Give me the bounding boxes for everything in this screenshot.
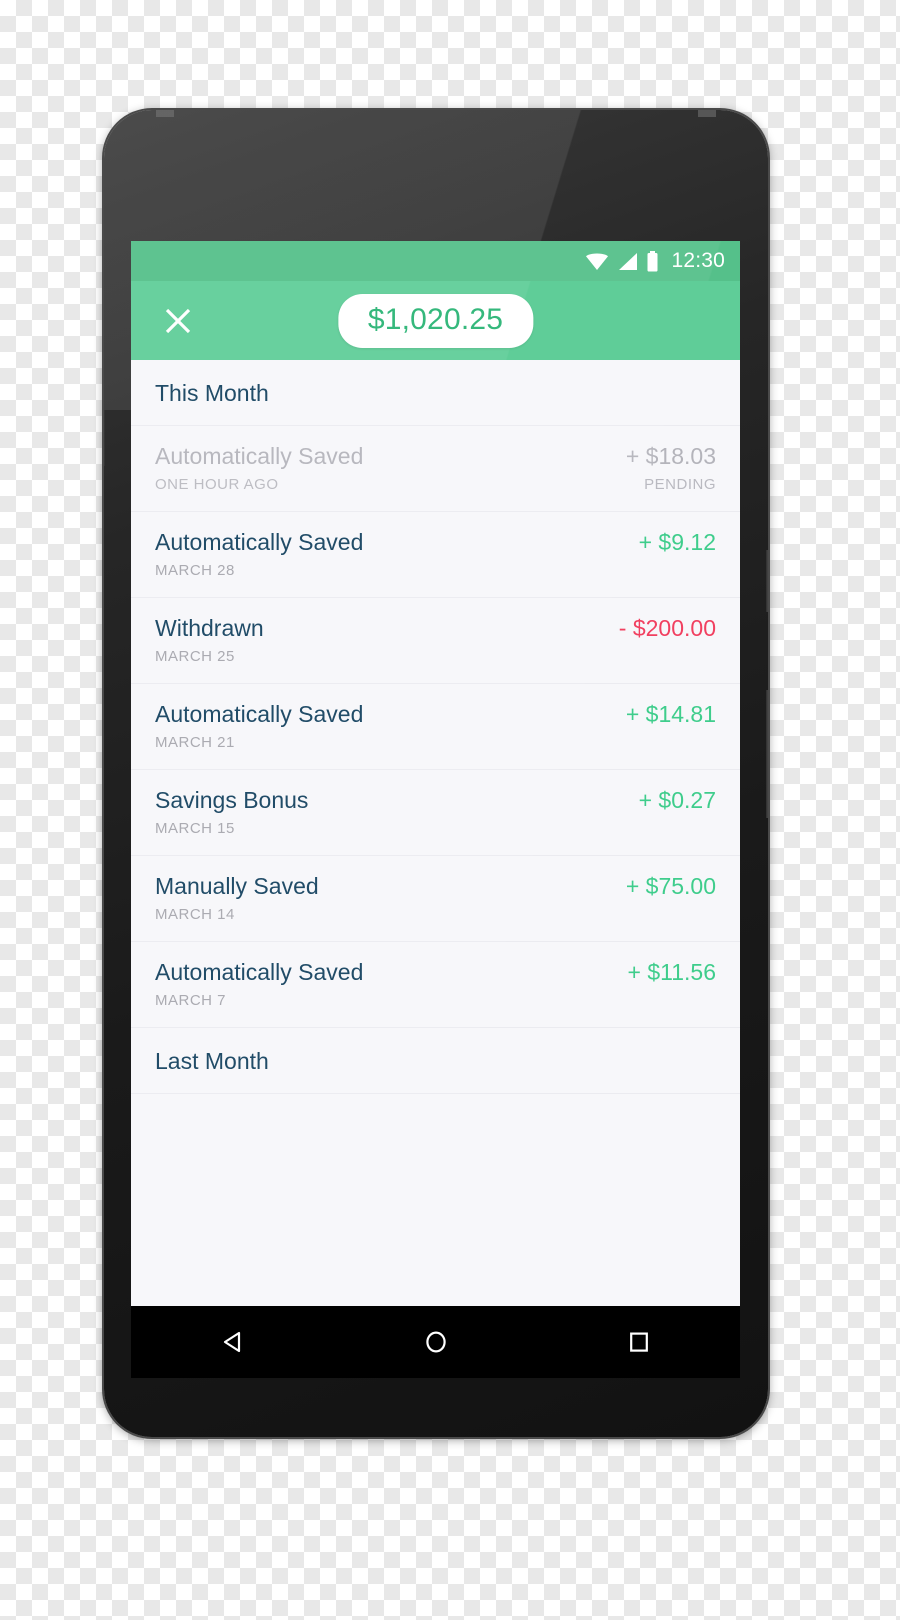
- transaction-secondary-line: MARCH 15: [155, 820, 716, 837]
- antenna-band-left: [156, 110, 174, 117]
- transaction-title: Manually Saved: [155, 873, 319, 899]
- table-row[interactable]: Automatically Saved + $14.81 MARCH 21: [131, 684, 740, 770]
- power-button[interactable]: [766, 550, 768, 612]
- table-row[interactable]: Savings Bonus + $0.27 MARCH 15: [131, 770, 740, 856]
- recents-button[interactable]: [609, 1312, 669, 1372]
- transaction-primary-line: Manually Saved + $75.00: [155, 873, 716, 900]
- antenna-band-right: [698, 110, 716, 117]
- home-circle-icon: [425, 1331, 446, 1353]
- transaction-title: Automatically Saved: [155, 443, 364, 469]
- recents-square-icon: [629, 1332, 648, 1352]
- transaction-date: MARCH 28: [155, 562, 235, 579]
- transaction-date: MARCH 7: [155, 992, 227, 1009]
- transaction-amount: + $11.56: [627, 959, 716, 985]
- transaction-amount: + $75.00: [625, 873, 716, 899]
- transaction-secondary-line: MARCH 25: [155, 648, 716, 665]
- phone-screen: 12:30 $1,020.25 This Month Automatically…: [131, 241, 740, 1306]
- section-header-this-month: This Month: [131, 360, 740, 426]
- table-row[interactable]: Automatically Saved + $18.03 ONE HOUR AG…: [131, 426, 740, 512]
- status-bar-clock: 12:30: [671, 249, 725, 272]
- section-header-last-month: Last Month: [131, 1028, 740, 1094]
- transaction-secondary-line: ONE HOUR AGO PENDING: [155, 476, 716, 493]
- transaction-primary-line: Withdrawn - $200.00: [155, 615, 716, 642]
- section-header-label: Last Month: [155, 1048, 269, 1074]
- back-button[interactable]: [203, 1312, 263, 1372]
- back-triangle-icon: [223, 1331, 240, 1353]
- cellular-signal-icon: [619, 252, 638, 270]
- android-smartphone-device: 12:30 $1,020.25 This Month Automatically…: [104, 110, 768, 1437]
- table-row[interactable]: Automatically Saved + $9.12 MARCH 28: [131, 512, 740, 598]
- transaction-amount: + $18.03: [625, 443, 716, 469]
- transaction-title: Automatically Saved: [155, 959, 364, 985]
- transaction-title: Savings Bonus: [155, 787, 309, 813]
- battery-icon: [647, 250, 658, 271]
- transaction-date: MARCH 25: [155, 648, 235, 665]
- transaction-secondary-line: MARCH 21: [155, 734, 716, 751]
- transaction-amount: + $0.27: [638, 787, 716, 813]
- close-icon: [165, 308, 191, 333]
- transaction-secondary-line: MARCH 28: [155, 562, 716, 579]
- table-row[interactable]: Manually Saved + $75.00 MARCH 14: [131, 856, 740, 942]
- transaction-primary-line: Automatically Saved + $14.81: [155, 701, 716, 728]
- home-button[interactable]: [406, 1312, 466, 1372]
- list-bottom-spacer: [131, 1094, 740, 1128]
- transaction-primary-line: Automatically Saved + $18.03: [155, 443, 716, 470]
- transaction-title: Automatically Saved: [155, 529, 364, 555]
- transaction-date: MARCH 14: [155, 906, 235, 923]
- close-button[interactable]: [155, 298, 201, 344]
- transaction-date: MARCH 15: [155, 820, 235, 837]
- transaction-secondary-line: MARCH 7: [155, 992, 716, 1009]
- transaction-date: ONE HOUR AGO: [155, 476, 279, 493]
- transaction-secondary-line: MARCH 14: [155, 906, 716, 923]
- section-header-label: This Month: [155, 380, 269, 406]
- status-bar: 12:30: [131, 241, 740, 1306]
- table-row[interactable]: Withdrawn - $200.00 MARCH 25: [131, 598, 740, 684]
- volume-button[interactable]: [766, 690, 768, 818]
- sim-tray: [104, 410, 105, 466]
- balance-pill[interactable]: $1,020.25: [337, 293, 534, 348]
- transaction-amount: + $9.12: [638, 529, 716, 555]
- balance-amount: $1,020.25: [367, 302, 504, 336]
- app-toolbar: $1,020.25: [131, 281, 740, 360]
- screenshot-canvas: 12:30 $1,020.25 This Month Automatically…: [0, 0, 900, 1620]
- transaction-list[interactable]: This Month Automatically Saved + $18.03 …: [131, 360, 740, 1128]
- transaction-primary-line: Automatically Saved + $9.12: [155, 529, 716, 556]
- status-badge: PENDING: [644, 476, 716, 493]
- transaction-title: Automatically Saved: [155, 701, 364, 727]
- transaction-primary-line: Automatically Saved + $11.56: [155, 959, 716, 986]
- transaction-date: MARCH 21: [155, 734, 235, 751]
- transaction-title: Withdrawn: [155, 615, 264, 641]
- status-bar-icons: 12:30: [585, 249, 725, 273]
- transaction-primary-line: Savings Bonus + $0.27: [155, 787, 716, 814]
- table-row[interactable]: Automatically Saved + $11.56 MARCH 7: [131, 942, 740, 1028]
- transaction-amount: + $14.81: [625, 701, 716, 727]
- android-navigation-bar: [131, 1306, 740, 1378]
- wifi-icon: [586, 253, 609, 270]
- transaction-amount: - $200.00: [618, 615, 716, 641]
